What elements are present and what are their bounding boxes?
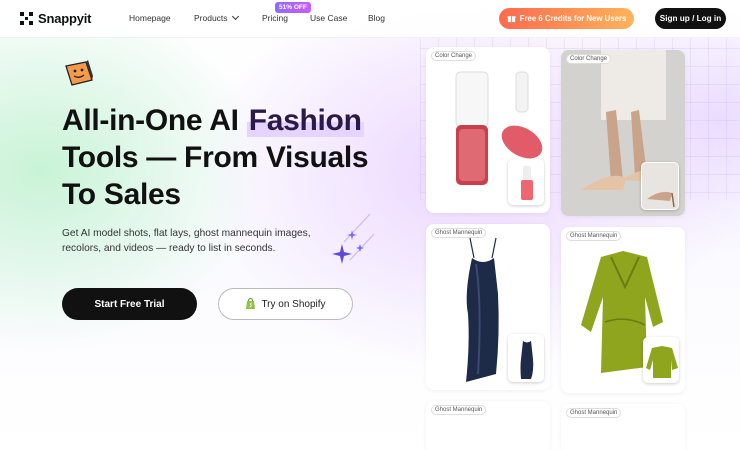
gallery-tag: Ghost Mannequin [431, 228, 487, 238]
hero-title-start: All-in-One AI [62, 104, 247, 137]
hero-title: All-in-One AI Fashion Tools — From Visua… [62, 102, 402, 213]
gallery-card-color-change-lipgloss[interactable]: Color Change [426, 47, 550, 213]
nav-products[interactable]: Products [194, 12, 239, 23]
sparkle-icon [332, 213, 375, 264]
recolor-thumbnail [508, 159, 544, 205]
brand-name: Snappyit [38, 11, 92, 26]
gift-icon [507, 16, 516, 23]
gallery-tag: Ghost Mannequin [566, 408, 622, 418]
heels-thumbnail [641, 162, 679, 210]
free-credits-button[interactable]: Free 6 Credits for New Users [499, 8, 634, 29]
pricing-discount-badge: 51% OFF [275, 2, 311, 13]
nav-homepage[interactable]: Homepage [129, 13, 171, 23]
try-on-shopify-label: Try on Shopify [261, 298, 326, 310]
gallery-card-color-change-heels[interactable]: Color Change [561, 50, 685, 216]
free-credits-label: Free 6 Credits for New Users [519, 14, 627, 23]
gallery-tag: Ghost Mannequin [566, 231, 622, 241]
gallery-tag: Color Change [431, 51, 477, 61]
logo-icon [20, 12, 33, 25]
nav-products-label: Products [194, 13, 228, 23]
try-on-shopify-button[interactable]: Try on Shopify [218, 288, 353, 320]
shopify-bag-icon [246, 298, 256, 309]
gallery-card-ghost-mannequin-3[interactable]: Ghost Mannequin [426, 401, 550, 450]
hero-title-end: Tools — From Visuals To Sales [62, 141, 369, 211]
gallery-card-ghost-mannequin-blouse[interactable]: Ghost Mannequin [561, 227, 685, 393]
nav-use-case[interactable]: Use Case [310, 13, 347, 23]
nav-blog[interactable]: Blog [368, 13, 385, 23]
gallery-tag: Color Change [566, 54, 612, 64]
signup-login-button[interactable]: Sign up / Log in [655, 8, 726, 29]
hero-subtitle: Get AI model shots, flat lays, ghost man… [62, 228, 311, 254]
dress-thumbnail [508, 334, 544, 382]
blouse-thumbnail [643, 337, 679, 383]
brand-logo[interactable]: Snappyit [20, 11, 91, 26]
chevron-down-icon [231, 12, 239, 21]
gallery-card-ghost-mannequin-dress[interactable]: Ghost Mannequin [426, 224, 550, 390]
nav-pricing[interactable]: Pricing [262, 13, 288, 23]
hero-title-highlight: Fashion [246, 104, 364, 137]
site-header: Snappyit Homepage Products Pricing Use C… [0, 0, 740, 38]
start-free-trial-button[interactable]: Start Free Trial [62, 288, 197, 320]
gallery-card-ghost-mannequin-4[interactable]: Ghost Mannequin [561, 404, 685, 450]
mascot-icon [65, 60, 93, 86]
gallery-tag: Ghost Mannequin [431, 405, 487, 415]
